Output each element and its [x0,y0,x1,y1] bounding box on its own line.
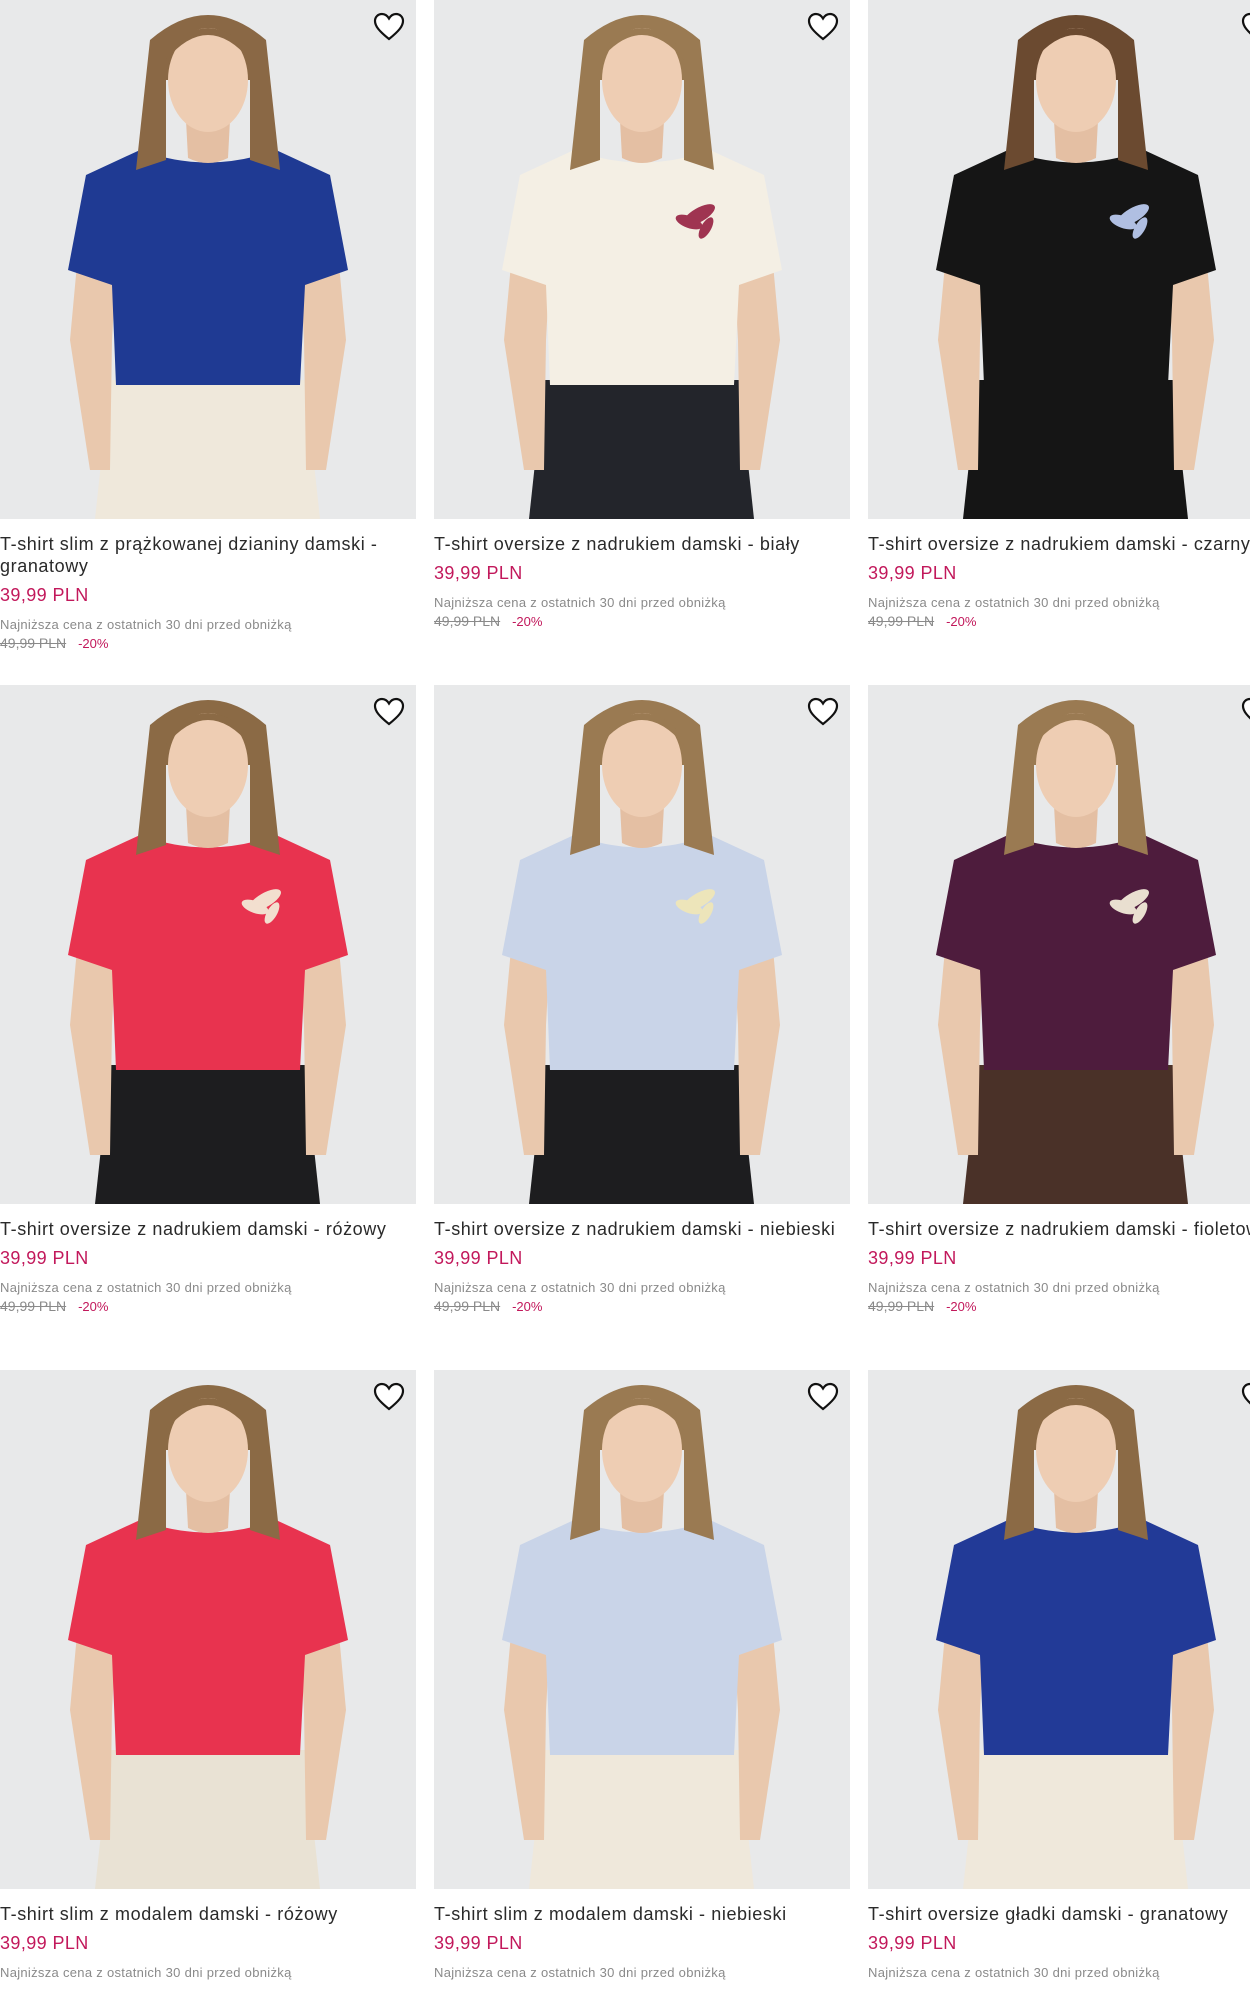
product-name-link[interactable]: T-shirt oversize z nadrukiem damski - ró… [0,1218,416,1240]
model-photo [0,685,416,1204]
old-price-row: 49,99 PLN -20% [0,1298,416,1314]
discount-badge: -20% [946,1299,977,1314]
model-photo [868,685,1250,1204]
heart-outline-icon [807,697,839,726]
model-photo [0,1370,416,1889]
favorite-button[interactable] [1240,1380,1250,1414]
model-photo [434,685,850,1204]
product-card[interactable]: T-shirt oversize z nadrukiem damski - bi… [434,0,850,629]
product-name-link[interactable]: T-shirt slim z modalem damski - niebiesk… [434,1903,850,1925]
product-card[interactable]: T-shirt oversize z nadrukiem damski - cz… [868,0,1250,629]
lowest-price-label: Najniższa cena z ostatnich 30 dni przed … [434,1965,726,1980]
product-price: 39,99 PLN [868,563,957,583]
product-grid: T-shirt slim z prążkowanej dzianiny dams… [0,0,1250,1992]
product-price: 39,99 PLN [434,1933,523,1953]
product-image[interactable] [868,0,1250,519]
lowest-price-label: Najniższa cena z ostatnich 30 dni przed … [0,617,292,632]
heart-outline-icon [807,12,839,41]
product-price: 39,99 PLN [0,1933,89,1953]
discount-badge: -20% [512,1299,543,1314]
old-price: 49,99 PLN [868,613,935,629]
product-name-link[interactable]: T-shirt oversize gładki damski - granato… [868,1903,1250,1925]
heart-outline-icon [1241,12,1250,35]
product-image[interactable] [868,685,1250,1204]
product-image[interactable] [0,1370,416,1889]
product-price: 39,99 PLN [434,1248,523,1268]
old-price: 49,99 PLN [434,613,501,629]
product-name-link[interactable]: T-shirt slim z modalem damski - różowy [0,1903,416,1925]
favorite-button[interactable] [1240,695,1250,729]
product-image[interactable] [434,1370,850,1889]
product-price: 39,99 PLN [434,563,523,583]
product-name-link[interactable]: T-shirt oversize z nadrukiem damski - bi… [434,533,850,555]
product-price: 39,99 PLN [868,1933,957,1953]
model-photo [434,1370,850,1889]
model-photo [868,1370,1250,1889]
old-price-row: 49,99 PLN -20% [0,635,416,651]
product-image[interactable] [0,685,416,1204]
discount-badge: -20% [512,614,543,629]
product-price: 39,99 PLN [0,585,89,605]
discount-badge: -20% [78,1299,109,1314]
product-card[interactable]: T-shirt slim z modalem damski - niebiesk… [434,1370,850,1980]
old-price-row: 49,99 PLN -20% [434,1298,850,1314]
discount-badge: -20% [946,614,977,629]
lowest-price-label: Najniższa cena z ostatnich 30 dni przed … [0,1280,292,1295]
product-price: 39,99 PLN [0,1248,89,1268]
product-listing: T-shirt slim z prążkowanej dzianiny dams… [0,0,1250,1992]
heart-outline-icon [373,1382,405,1411]
favorite-button[interactable] [372,1380,406,1414]
product-card[interactable]: T-shirt oversize z nadrukiem damski - ni… [434,685,850,1314]
lowest-price-label: Najniższa cena z ostatnich 30 dni przed … [434,1280,726,1295]
product-image[interactable] [0,0,416,519]
discount-badge: -20% [78,636,109,651]
lowest-price-label: Najniższa cena z ostatnich 30 dni przed … [868,595,1160,610]
favorite-button[interactable] [806,1380,840,1414]
product-card[interactable]: T-shirt oversize z nadrukiem damski - fi… [868,685,1250,1314]
favorite-button[interactable] [372,10,406,44]
product-image[interactable] [434,685,850,1204]
product-price: 39,99 PLN [868,1248,957,1268]
favorite-button[interactable] [1240,10,1250,44]
product-card[interactable]: T-shirt oversize gładki damski - granato… [868,1370,1250,1980]
old-price: 49,99 PLN [0,635,67,651]
lowest-price-label: Najniższa cena z ostatnich 30 dni przed … [868,1280,1160,1295]
product-image[interactable] [868,1370,1250,1889]
old-price-row: 49,99 PLN -20% [868,1298,1250,1314]
model-photo [0,0,416,519]
product-card[interactable]: T-shirt slim z prążkowanej dzianiny dams… [0,0,416,651]
product-image[interactable] [434,0,850,519]
heart-outline-icon [1241,1382,1250,1405]
favorite-button[interactable] [806,695,840,729]
product-name-link[interactable]: T-shirt oversize z nadrukiem damski - fi… [868,1218,1250,1240]
lowest-price-label: Najniższa cena z ostatnich 30 dni przed … [434,595,726,610]
favorite-button[interactable] [806,10,840,44]
old-price-row: 49,99 PLN -20% [434,613,850,629]
product-name-link[interactable]: T-shirt oversize z nadrukiem damski - ni… [434,1218,850,1240]
product-card[interactable]: T-shirt slim z modalem damski - różowy 3… [0,1370,416,1980]
product-name-link[interactable]: T-shirt oversize z nadrukiem damski - cz… [868,533,1250,555]
lowest-price-label: Najniższa cena z ostatnich 30 dni przed … [868,1965,1160,1980]
product-card[interactable]: T-shirt oversize z nadrukiem damski - ró… [0,685,416,1314]
old-price: 49,99 PLN [434,1298,501,1314]
product-name-link[interactable]: T-shirt slim z prążkowanej dzianiny dams… [0,533,416,577]
old-price: 49,99 PLN [868,1298,935,1314]
heart-outline-icon [807,1382,839,1411]
old-price: 49,99 PLN [0,1298,67,1314]
model-photo [868,0,1250,519]
lowest-price-label: Najniższa cena z ostatnich 30 dni przed … [0,1965,292,1980]
old-price-row: 49,99 PLN -20% [868,613,1250,629]
heart-outline-icon [1241,697,1250,720]
favorite-button[interactable] [372,695,406,729]
heart-outline-icon [373,697,405,726]
model-photo [434,0,850,519]
heart-outline-icon [373,12,405,41]
